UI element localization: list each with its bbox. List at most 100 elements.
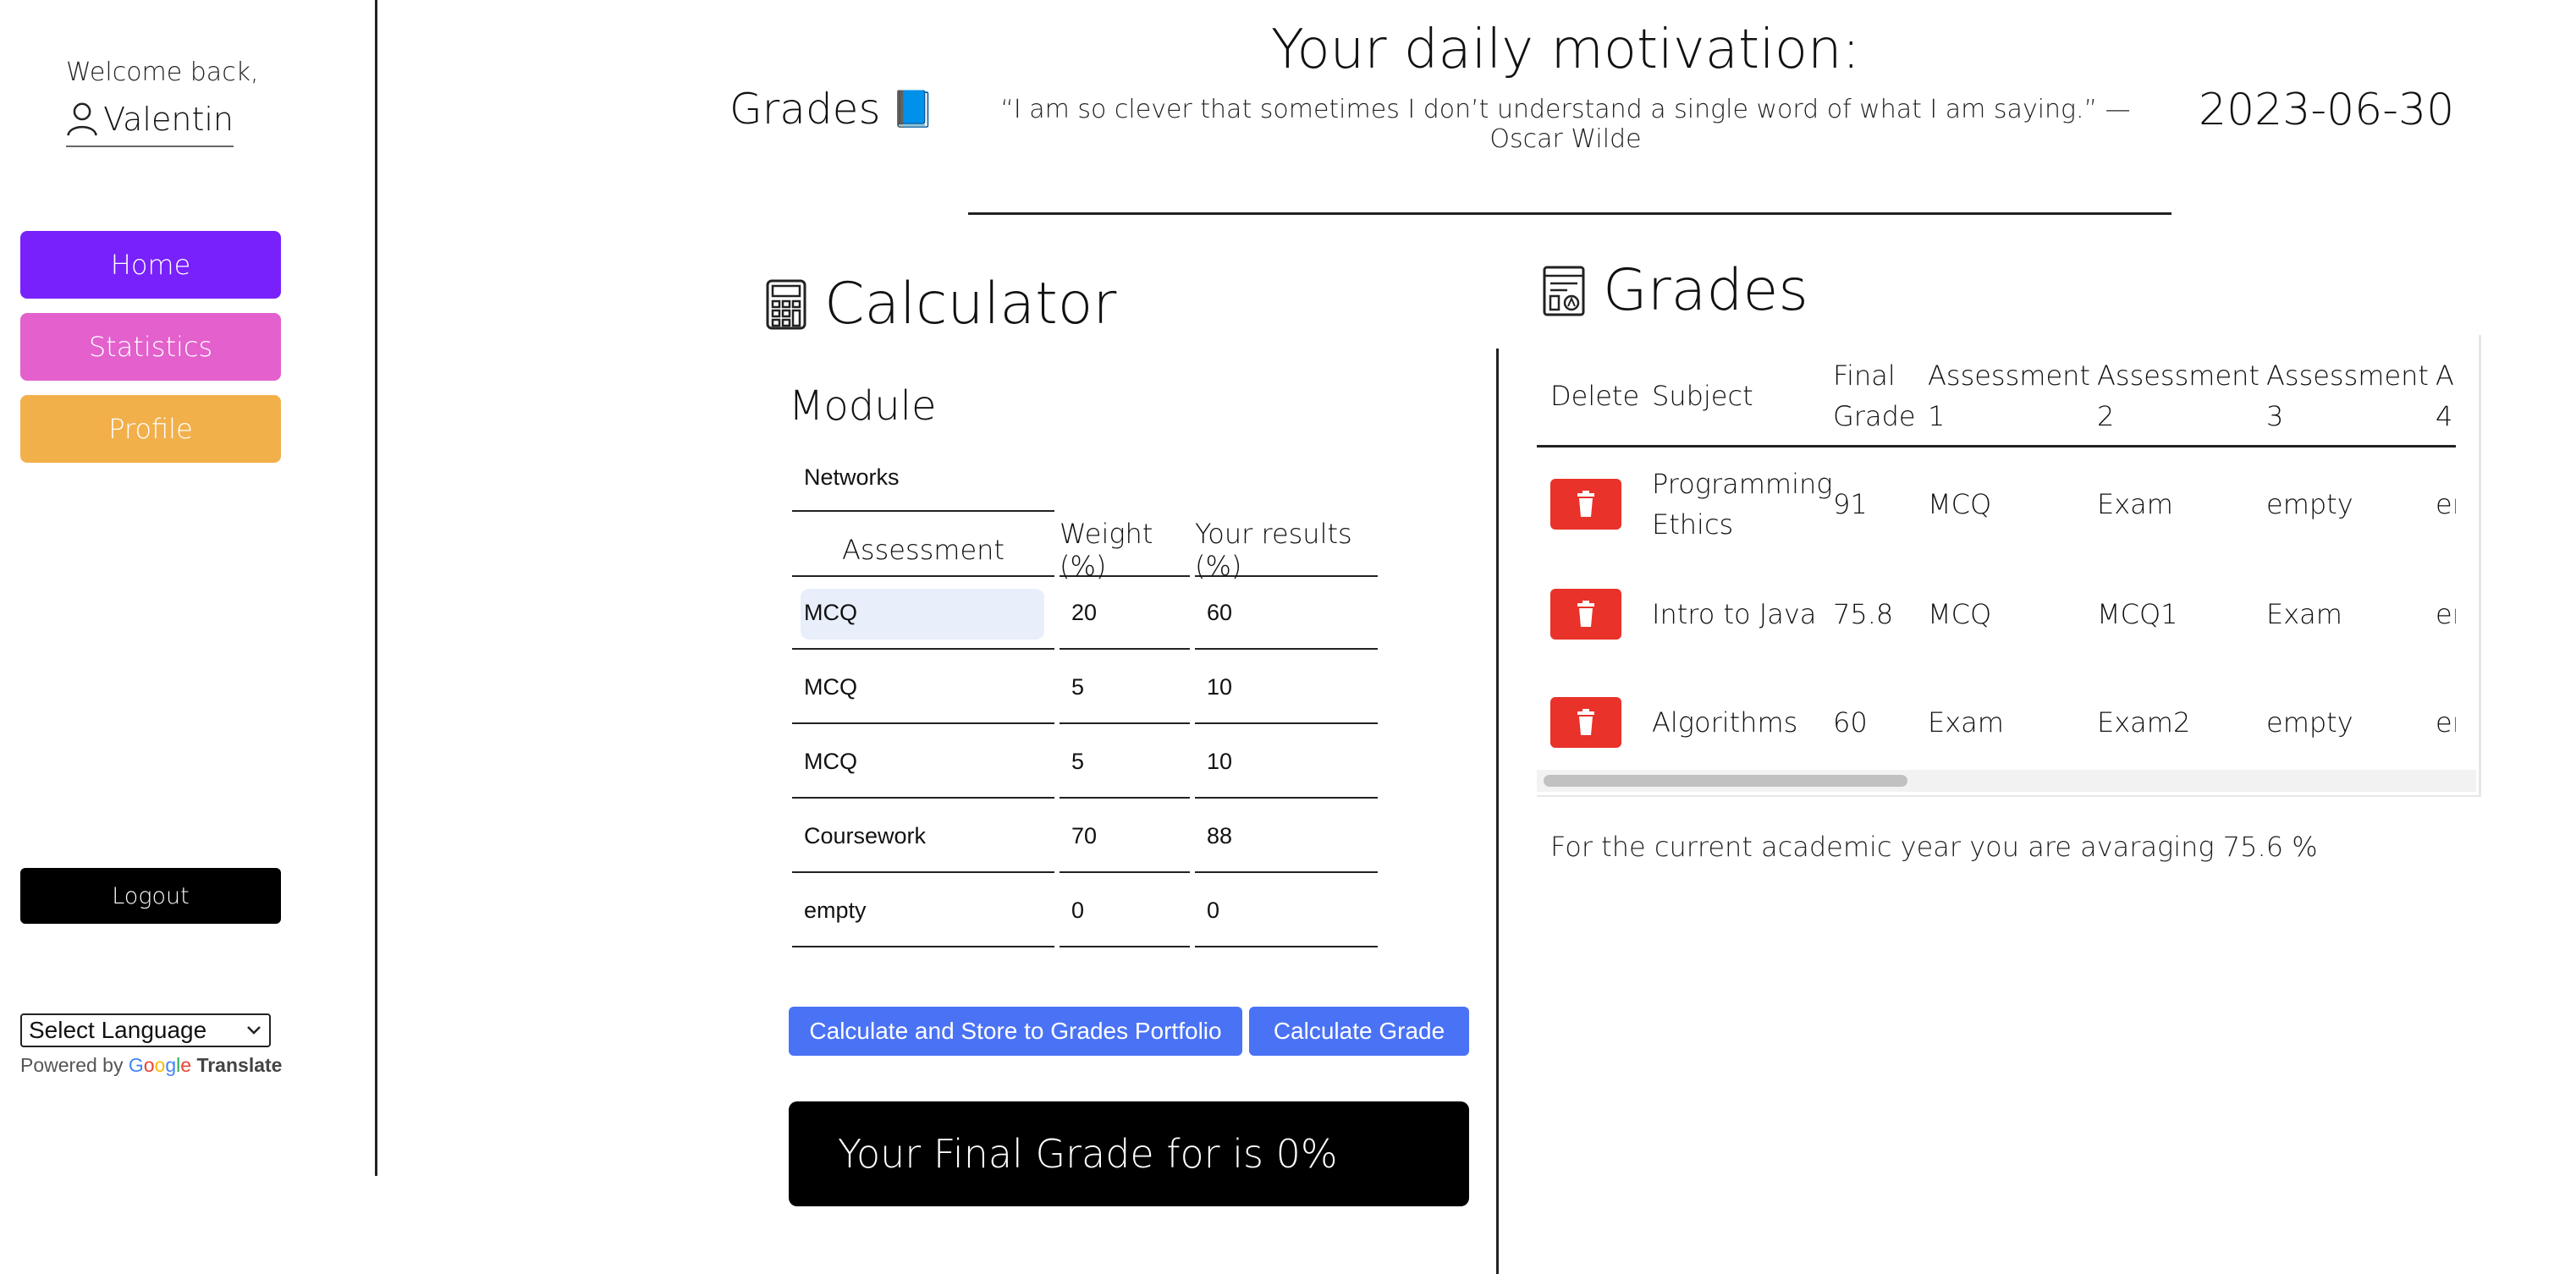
user-icon [67, 102, 97, 136]
assessment-cell: Exam2 [2097, 706, 2191, 739]
assessment-cell: MCQ [1928, 598, 1992, 630]
delete-row-button[interactable] [1550, 589, 1621, 640]
language-select-value: Select Language [29, 1017, 207, 1043]
logout-button[interactable]: Logout [20, 868, 281, 924]
header-line: Assessment [2266, 360, 2429, 392]
weight-input[interactable]: 20 [1060, 577, 1190, 650]
subject-line: Ethics [1652, 508, 1734, 541]
header-line: As [2436, 360, 2456, 392]
result-input[interactable]: 88 [1195, 800, 1378, 873]
chevron-down-icon [247, 1026, 261, 1035]
powered-by-label: Powered by [20, 1054, 124, 1076]
assessment-input[interactable]: Coursework [792, 800, 1054, 873]
delete-row-button[interactable] [1550, 697, 1621, 748]
grades-table-container: Delete Subject Final Grade Assessment 1 As… [1537, 335, 2481, 797]
calculator-heading: Calculator [765, 271, 1116, 338]
final-grade-cell: 60 [1833, 706, 1868, 739]
google-logo: Google [128, 1054, 192, 1076]
subject-line: Programming [1652, 468, 1833, 500]
language-select[interactable]: Select Language [20, 1013, 271, 1047]
grades-title: Grades [1603, 257, 1808, 324]
calculator-title: Calculator [824, 271, 1117, 338]
result-input[interactable]: 0 [1195, 875, 1378, 947]
module-input[interactable]: Networks [792, 453, 1054, 512]
header-line: Final [1833, 360, 1896, 392]
horizontal-scrollbar[interactable] [1537, 770, 2476, 792]
app-title: Grades 📘 [729, 85, 935, 134]
assessment-input[interactable]: MCQ [792, 726, 1054, 799]
assessment-cell: MCQ1 [2097, 598, 2178, 630]
trash-icon [1577, 709, 1594, 735]
assessment-cell: Exam [1928, 706, 2004, 739]
assessment-cell: Exam [2097, 488, 2173, 520]
header-line: Assessment [2097, 360, 2260, 392]
google-translate-credit: Powered by Google Translate [20, 1054, 282, 1077]
assessment-input[interactable]: MCQ [792, 577, 1054, 650]
assessment-2-column-header: Assessment 2 [2097, 349, 2260, 443]
result-input[interactable]: 10 [1195, 651, 1378, 724]
subject-cell: Programming Ethics [1652, 462, 1832, 546]
trash-icon [1577, 491, 1594, 517]
trash-icon [1577, 601, 1594, 627]
assessment-cell: MCQ [1928, 488, 1992, 520]
module-label: Module [789, 382, 937, 430]
motivation-title: Your daily motivation: [1270, 19, 1861, 81]
table-header-divider [1537, 445, 2456, 448]
final-grade-cell: 75.8 [1833, 598, 1894, 630]
weight-input[interactable]: 0 [1060, 875, 1190, 947]
assessment-cell: en [2436, 598, 2456, 630]
subject-cell: Algorithms [1652, 706, 1798, 739]
result-input[interactable]: 60 [1195, 577, 1378, 650]
weight-input[interactable]: 5 [1060, 651, 1190, 724]
header-line: 1 [1928, 400, 1946, 432]
final-grade-column-header: Final Grade [1833, 349, 1916, 443]
result-input[interactable]: 10 [1195, 726, 1378, 799]
header-line: Assessment [1928, 360, 2090, 392]
welcome-text: Welcome back, [66, 58, 259, 87]
calculate-and-store-button[interactable]: Calculate and Store to Grades Portfolio [789, 1007, 1242, 1056]
translate-link[interactable]: Translate [196, 1054, 282, 1076]
results-column-header: Your results (%) [1195, 518, 1378, 582]
sidebar: Welcome back, Valentin Home Statistics P… [0, 0, 377, 1176]
statistics-button[interactable]: Statistics [20, 313, 281, 381]
delete-column-header: Delete [1550, 380, 1640, 412]
assessment-1-column-header: Assessment 1 [1928, 349, 2090, 443]
weight-column-header: Weight (%) [1060, 518, 1190, 582]
grades-heading: Grades [1542, 257, 1808, 324]
subject-cell: Intro to Java [1652, 598, 1817, 630]
assessment-cell: empty [2266, 706, 2353, 739]
assessment-cell: en [2436, 488, 2456, 520]
profile-button[interactable]: Profile [20, 395, 281, 463]
header-line: 3 [2266, 400, 2284, 432]
report-icon [1543, 266, 1585, 316]
subject-column-header: Subject [1652, 380, 1753, 412]
weight-input[interactable]: 5 [1060, 726, 1190, 799]
assessment-input[interactable]: MCQ [792, 651, 1054, 724]
username: Valentin [103, 101, 234, 138]
book-icon: 📘 [890, 88, 935, 129]
calculator-icon [766, 279, 806, 329]
calculate-grade-button[interactable]: Calculate Grade [1249, 1007, 1469, 1056]
header-divider [968, 212, 2171, 215]
assessment-4-column-header: As 4 [2436, 349, 2456, 443]
assessment-3-column-header: Assessment 3 [2266, 349, 2429, 443]
final-grade-display: Your Final Grade for is 0% [789, 1101, 1469, 1206]
column-divider [1496, 349, 1499, 1274]
header-line: 2 [2097, 400, 2115, 432]
header-line: Grade [1833, 400, 1916, 432]
daily-quote: “I am so clever that sometimes I don’t u… [1000, 95, 2131, 154]
assessment-cell: empty [2266, 488, 2353, 520]
assessment-input[interactable]: empty [792, 875, 1054, 947]
home-button[interactable]: Home [20, 231, 281, 299]
app-title-text: Grades [729, 85, 881, 134]
final-grade-cell: 91 [1833, 488, 1868, 520]
weight-input[interactable]: 70 [1060, 800, 1190, 873]
current-date: 2023-06-30 [2199, 85, 2455, 135]
assessment-cell: Exam [2266, 598, 2342, 630]
header-line: 4 [2436, 400, 2453, 432]
assessment-column-header: Assessment [792, 524, 1054, 577]
delete-row-button[interactable] [1550, 479, 1621, 530]
scrollbar-thumb[interactable] [1544, 775, 1907, 787]
assessment-cell: en [2436, 706, 2456, 739]
average-summary: For the current academic year you are av… [1550, 831, 2318, 863]
